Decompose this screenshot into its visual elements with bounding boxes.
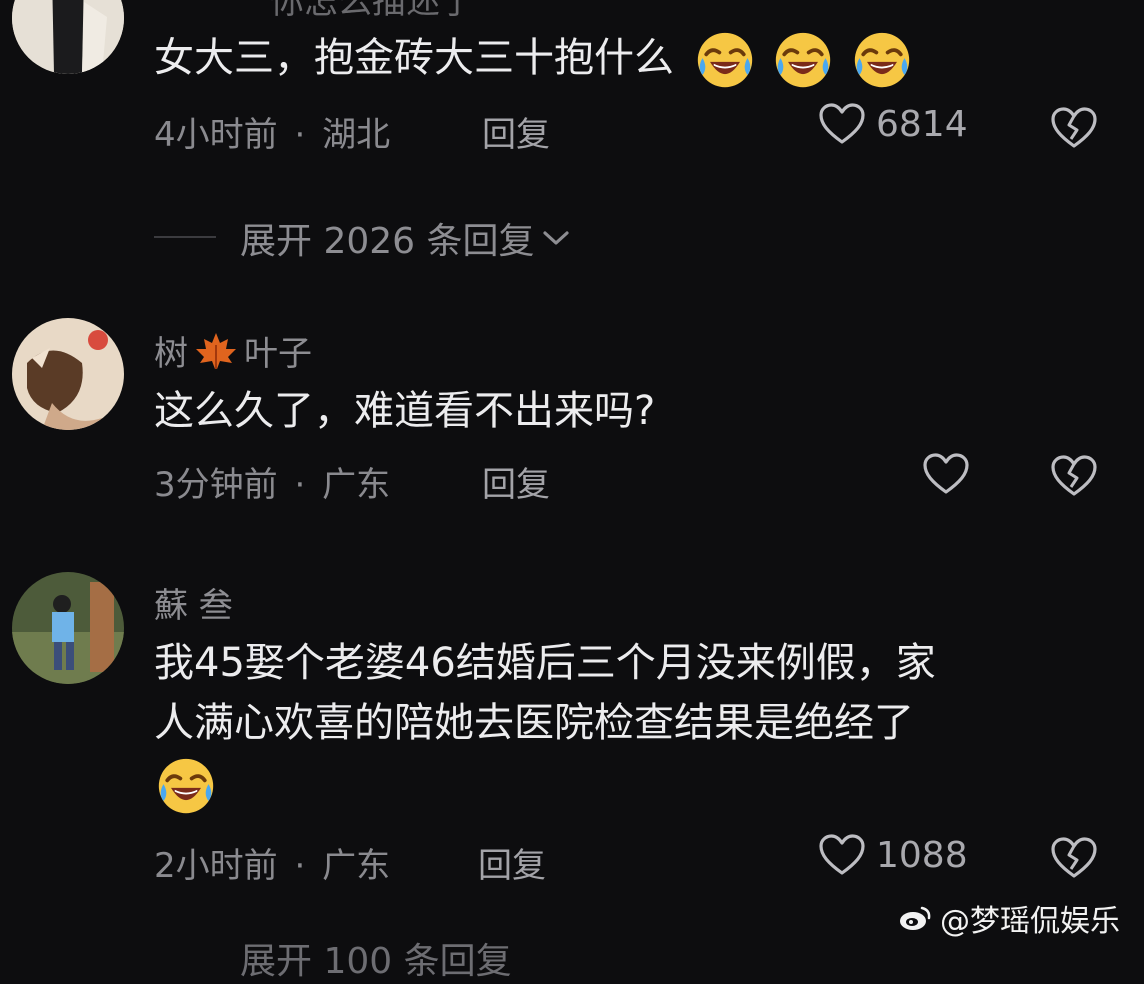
comment-text: 女大三，抱金砖大三十抱什么: [154, 28, 912, 90]
reply-button[interactable]: 回复: [482, 107, 550, 156]
username[interactable]: 蘇 叁: [154, 578, 233, 627]
like-button[interactable]: [922, 452, 970, 496]
rolling-laughing-emoji: [852, 30, 912, 90]
meta-separator: ·: [294, 115, 306, 155]
username[interactable]: 树 叶子: [154, 326, 312, 375]
comment-text-body: 女大三，抱金砖大三十抱什么: [154, 35, 674, 81]
like-button[interactable]: 1088: [818, 833, 968, 877]
like-button[interactable]: 6814: [818, 102, 968, 146]
comment-time: 4小时前: [154, 115, 278, 155]
meta-separator: ·: [294, 846, 306, 886]
comment-text: 这么久了，难道看不出来吗?: [154, 388, 656, 434]
comment-text-line: 我45娶个老婆46结婚后三个月没来例假，家: [154, 640, 936, 686]
heart-icon: [818, 833, 866, 877]
reply-button[interactable]: 回复: [478, 838, 546, 887]
divider: [154, 236, 216, 238]
comment-location: 广东: [322, 465, 391, 505]
maple-leaf-icon: [196, 332, 236, 369]
heart-icon: [922, 452, 970, 496]
watermark-text: @梦瑶侃娱乐: [940, 904, 1120, 939]
expand-replies-label: 展开 2026 条回复: [240, 221, 535, 262]
avatar[interactable]: [12, 0, 124, 74]
comment-location: 湖北: [322, 115, 391, 155]
broken-heart-icon[interactable]: [1050, 836, 1098, 880]
chevron-down-icon: [542, 231, 569, 245]
comment-location: 广东: [322, 846, 391, 886]
watermark: @梦瑶侃娱乐: [898, 896, 1120, 940]
expand-replies-label: 展开 100 条回复: [240, 941, 512, 982]
rolling-laughing-emoji: [695, 30, 755, 90]
truncated-text: 你怎么描述了: [270, 0, 474, 22]
comment-meta: 2小时前 · 广东: [154, 838, 390, 887]
comment-meta: 3分钟前 · 广东: [154, 457, 390, 506]
meta-separator: ·: [294, 465, 306, 505]
like-count: 1088: [876, 834, 968, 876]
rolling-laughing-emoji: [156, 756, 216, 816]
heart-icon: [818, 102, 866, 146]
expand-replies-button[interactable]: 展开 2026 条回复: [240, 212, 571, 264]
comment-text-line: 人满心欢喜的陪她去医院检查结果是绝经了: [154, 700, 914, 746]
broken-heart-icon[interactable]: [1050, 454, 1098, 498]
rolling-laughing-emoji: [773, 30, 833, 90]
broken-heart-icon[interactable]: [1050, 106, 1098, 150]
like-count: 6814: [876, 103, 968, 145]
comment-text: 我45娶个老婆46结婚后三个月没来例假，家 人满心欢喜的陪她去医院检查结果是绝经…: [154, 633, 1104, 816]
comment-time: 2小时前: [154, 846, 278, 886]
comment-meta: 4小时前 · 湖北: [154, 107, 390, 156]
weibo-logo-icon: [900, 906, 931, 930]
expand-replies-button[interactable]: 展开 100 条回复: [240, 932, 512, 984]
username-text: 树: [154, 334, 188, 374]
avatar[interactable]: [12, 318, 124, 430]
comment-time: 3分钟前: [154, 465, 278, 505]
avatar[interactable]: [12, 572, 124, 684]
reply-button[interactable]: 回复: [482, 457, 550, 506]
username-suffix: 叶子: [244, 334, 312, 374]
